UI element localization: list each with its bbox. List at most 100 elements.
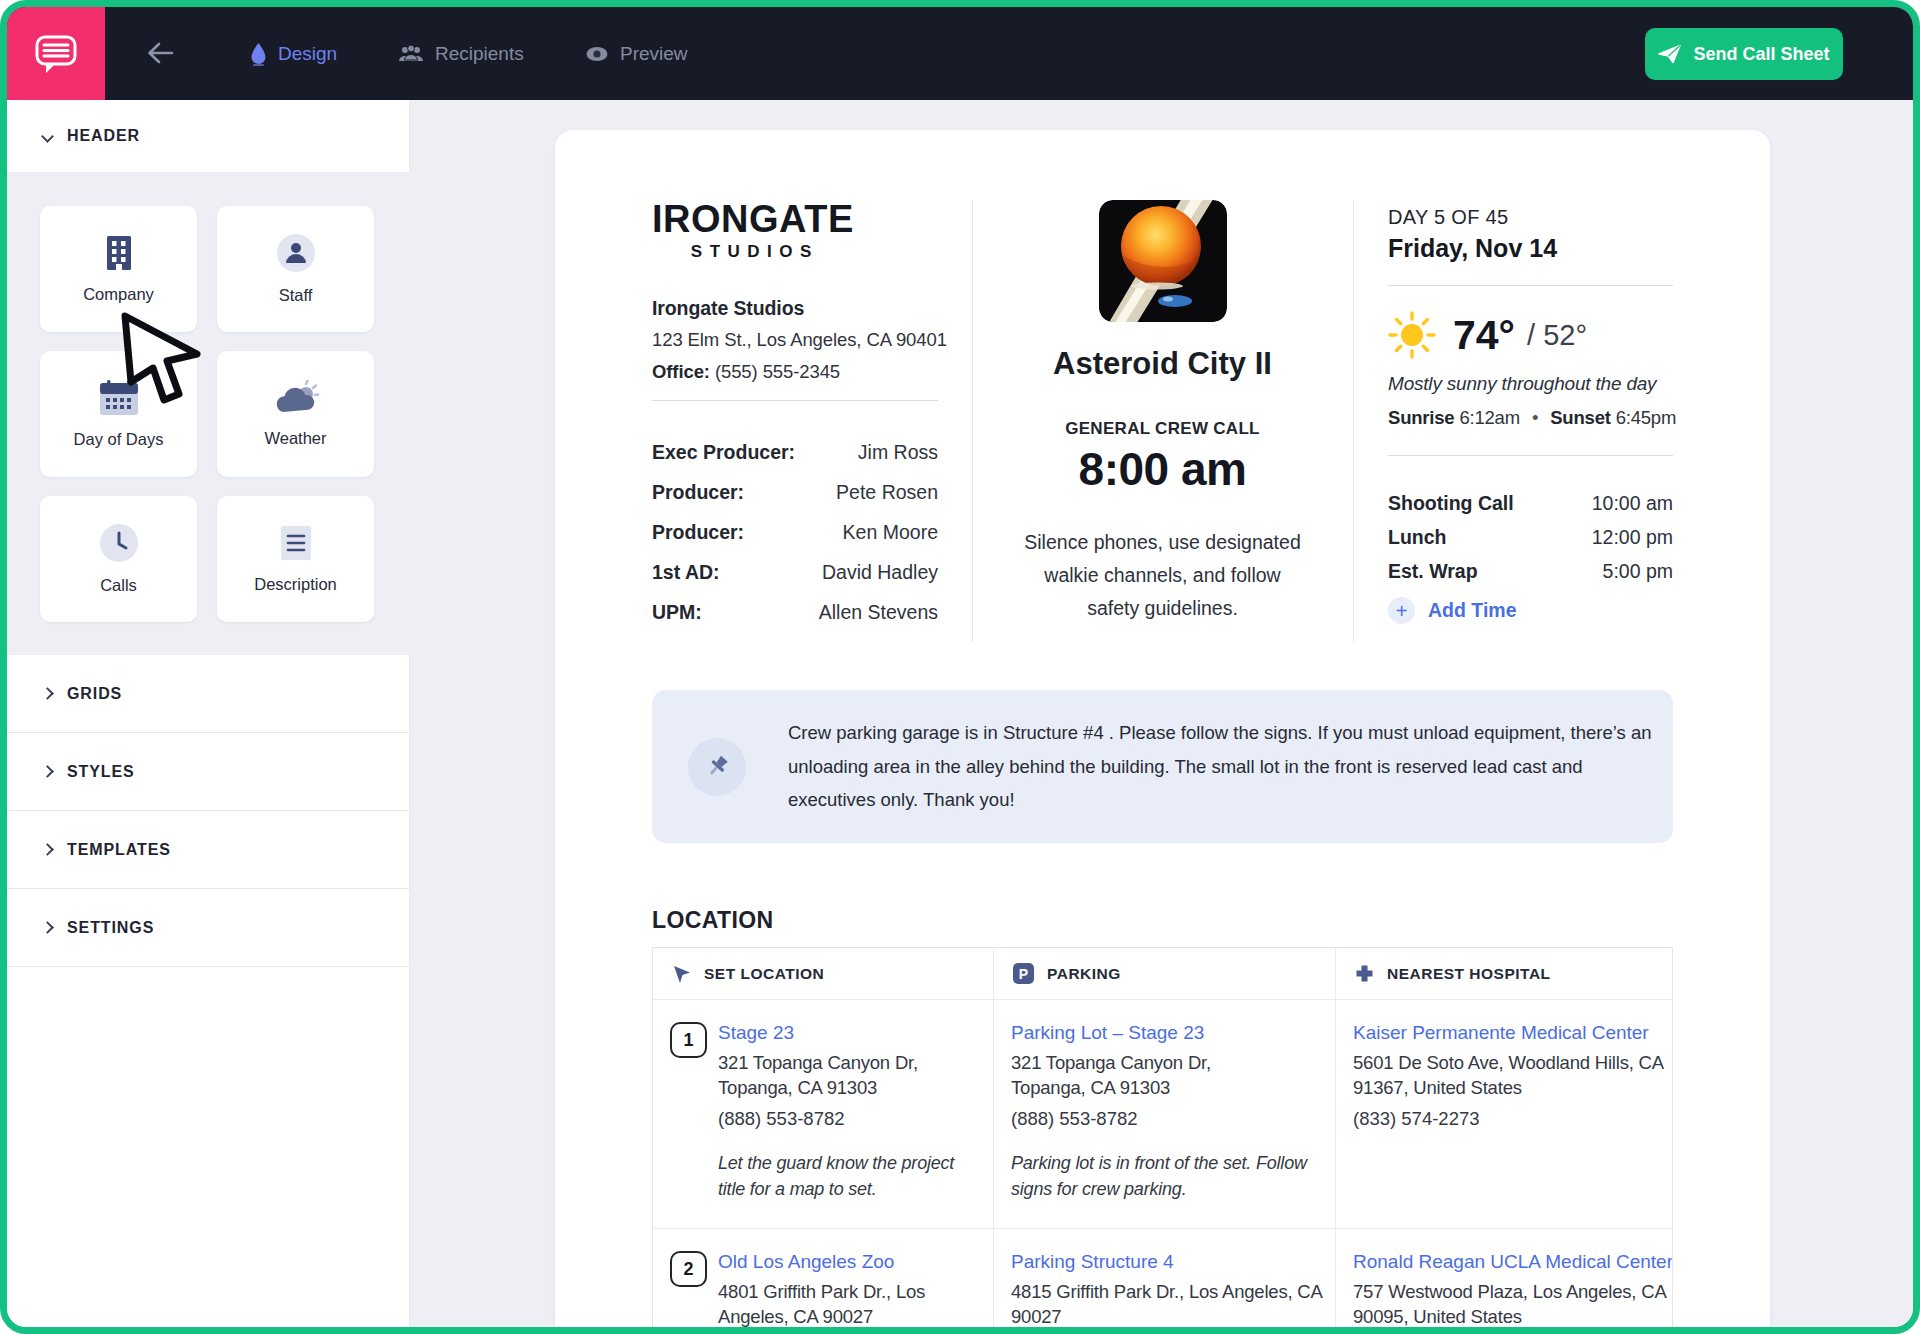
tab-design-label: Design [278,43,337,65]
tab-recipients[interactable]: Recipients [398,7,524,100]
sidebar-section-settings-label: SETTINGS [67,919,154,937]
person-icon [276,233,316,273]
sidebar-section-grids-label: GRIDS [67,685,122,703]
clock-icon [99,523,139,563]
schedule-row: Est. Wrap5:00 pm [1388,560,1673,583]
company-logo: IRONGATE STUDIOS [652,200,854,262]
crew-call-note: Silence phones, use designated walkie ch… [1020,526,1305,625]
crew-row: 1st AD:David Hadley [652,561,938,584]
schedule-row: Shooting Call10:00 am [1388,492,1673,515]
location-note: Let the guard know the project title for… [718,1151,976,1202]
parking-notice-text: Crew parking garage is in Structure #4 .… [788,716,1673,817]
parking-notice[interactable]: Crew parking garage is in Structure #4 .… [652,690,1673,843]
back-arrow-icon [145,40,175,66]
tab-preview-label: Preview [620,43,688,65]
send-call-sheet-button[interactable]: Send Call Sheet [1645,28,1843,80]
location-address: 5601 De Soto Ave, Woodland Hills, CA [1353,1051,1654,1076]
company-address: 123 Elm St., Los Angeles, CA 90401 [652,324,938,356]
location-link[interactable]: Parking Lot – Stage 23 [1011,1022,1317,1044]
tile-weather[interactable]: Weather [217,351,374,477]
location-link[interactable]: Parking Structure 4 [1011,1251,1317,1273]
tile-company-label: Company [83,285,154,304]
crew-call-time: 8:00 am [1002,442,1323,496]
location-link[interactable]: Ronald Reagan UCLA Medical Center [1353,1251,1654,1273]
sidebar-section-header[interactable]: HEADER [7,100,409,172]
weather-summary: Mostly sunny throughout the day [1388,373,1673,395]
column-header-parking: PARKING [993,948,1335,999]
crew-call-label: GENERAL CREW CALL [1002,419,1323,439]
location-address: 90027 [1011,1305,1317,1330]
sidebar-section-header-label: HEADER [67,127,140,145]
tab-recipients-label: Recipients [435,43,524,65]
call-sheet-document[interactable]: IRONGATE STUDIOS Irongate Studios 123 El… [555,130,1770,1334]
sidebar-section-styles[interactable]: STYLES [7,733,409,811]
tile-staff-label: Staff [279,286,313,305]
location-note: Parking lot is in front of the set. Foll… [1011,1151,1311,1202]
tile-description-label: Description [254,575,337,594]
send-call-sheet-label: Send Call Sheet [1693,44,1829,65]
column-header-set-location: SET LOCATION [653,948,993,999]
company-office-phone: Office: (555) 555-2345 [652,356,938,388]
medical-cross-icon [1355,964,1374,983]
design-sidebar: HEADER Company [7,100,410,1327]
header-tiles-panel: Company Staff [7,172,410,655]
back-button[interactable] [143,38,177,68]
location-number-badge: 1 [670,1022,707,1058]
tab-preview[interactable]: Preview [585,7,688,100]
crew-row: UPM:Allen Stevens [652,601,938,624]
schedule-row: Lunch12:00 pm [1388,526,1673,549]
parking-entry[interactable]: Parking Lot – Stage 23 321 Topanga Canyo… [993,1000,1335,1228]
tile-calls[interactable]: Calls [40,496,197,622]
crew-row: Producer:Pete Rosen [652,481,938,504]
chevron-down-icon [41,130,54,143]
ink-drop-icon [250,42,267,66]
set-location-entry[interactable]: 1 Stage 23 321 Topanga Canyon Dr, Topang… [653,1000,993,1228]
chevron-right-icon [41,843,54,856]
location-address: Angeles, CA 90027 [718,1305,975,1330]
column-divider [1353,200,1354,642]
sun-icon [1388,311,1436,359]
location-section-title: LOCATION [652,907,1673,934]
location-link[interactable]: Old Los Angeles Zoo [718,1251,975,1273]
pin-icon [688,738,746,796]
cloud-sun-icon [273,380,319,416]
sidebar-section-templates-label: TEMPLATES [67,841,171,859]
sidebar-section-styles-label: STYLES [67,763,135,781]
app-window: Design Recipients Preview [0,0,1920,1334]
tile-weather-label: Weather [264,429,326,448]
location-phone: (888) 553-8782 [1011,1108,1317,1130]
column-divider [972,200,973,642]
production-title: Asteroid City II [1002,346,1323,382]
parking-icon [1013,963,1034,984]
add-time-label: Add Time [1428,599,1516,622]
company-logo-line1: IRONGATE [652,200,854,238]
location-phone: (888) 553-8782 [718,1108,975,1130]
crew-row: Exec Producer:Jim Ross [652,441,938,464]
add-time-button[interactable]: + Add Time [1388,597,1673,624]
paper-plane-icon [1658,44,1682,64]
shoot-date: Friday, Nov 14 [1388,234,1673,263]
mouse-cursor [119,312,203,414]
day-count: DAY 5 OF 45 [1388,206,1673,229]
parking-entry[interactable]: Parking Structure 4 4815 Griffith Park D… [993,1229,1335,1334]
column-header-nearest-hospital: NEAREST HOSPITAL [1335,948,1672,999]
studiobinder-logo[interactable] [7,7,105,100]
tile-staff[interactable]: Staff [217,206,374,332]
location-address: 321 Topanga Canyon Dr, [1011,1051,1317,1076]
tab-design[interactable]: Design [250,7,337,100]
location-link[interactable]: Stage 23 [718,1022,975,1044]
location-link[interactable]: Kaiser Permanente Medical Center [1353,1022,1654,1044]
sidebar-section-grids[interactable]: GRIDS [7,655,409,733]
people-icon [398,44,424,64]
text-lines-icon [279,524,313,562]
set-location-entry[interactable]: 2 Old Los Angeles Zoo 4801 Griffith Park… [653,1229,993,1334]
building-icon [104,234,134,272]
crew-row: Producer:Ken Moore [652,521,938,544]
sidebar-section-settings[interactable]: SETTINGS [7,889,409,967]
canvas-area: IRONGATE STUDIOS Irongate Studios 123 El… [410,100,1913,1327]
tile-description[interactable]: Description [217,496,374,622]
hospital-entry[interactable]: Ronald Reagan UCLA Medical Center 757 We… [1335,1229,1672,1334]
hospital-entry[interactable]: Kaiser Permanente Medical Center 5601 De… [1335,1000,1672,1228]
sidebar-section-templates[interactable]: TEMPLATES [7,811,409,889]
location-number-badge: 2 [670,1251,707,1287]
